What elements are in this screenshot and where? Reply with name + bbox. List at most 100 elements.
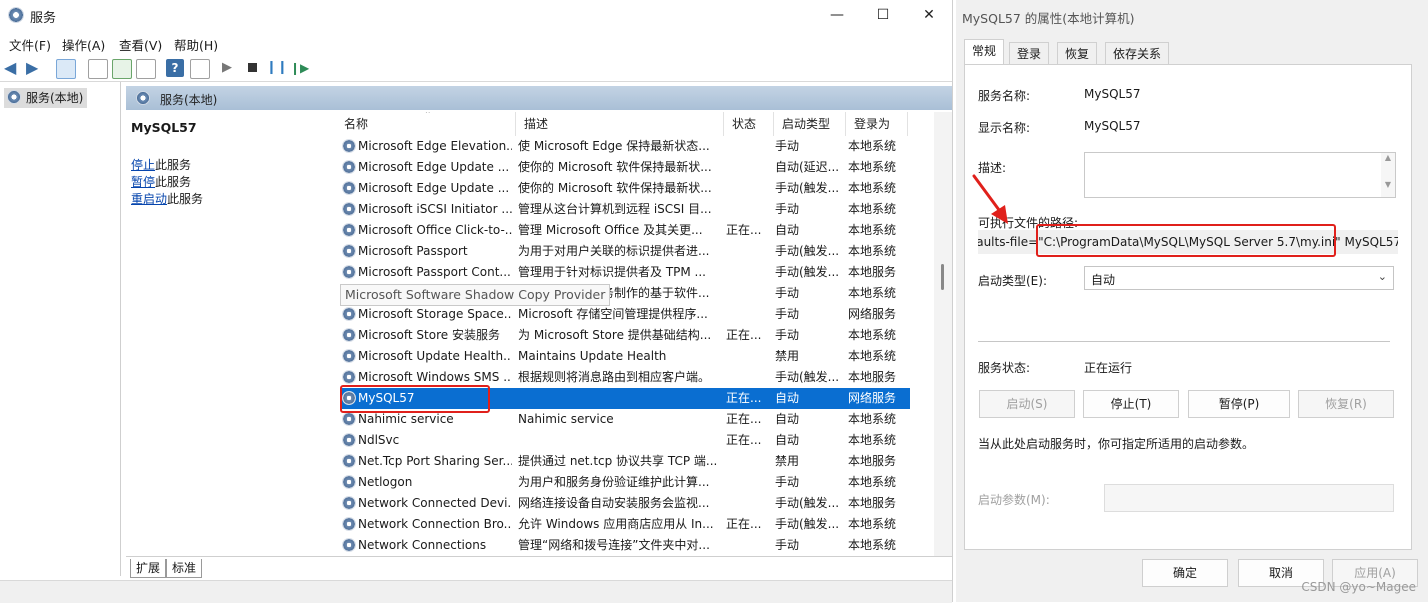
service-logon-cell: 本地系统 (848, 328, 897, 342)
services-list: ⌃ 名称 描述 状态 启动类型 登录为 Microsoft Edge Eleva… (334, 112, 934, 556)
column-header-status[interactable]: 状态 (724, 112, 774, 136)
startup-type-select[interactable]: 自动 ⌄ (1084, 266, 1394, 290)
service-startup-cell: 自动 (775, 223, 800, 237)
action-suffix: 此服务 (167, 192, 204, 206)
service-name-cell: Microsoft Office Click-to-... (358, 223, 512, 237)
service-logon-cell: 本地系统 (848, 139, 897, 153)
scrollbar-thumb[interactable] (941, 264, 944, 290)
service-row[interactable]: Microsoft Office Click-to-... 管理 Microsof… (340, 220, 910, 241)
refresh-icon[interactable] (112, 59, 132, 79)
action-pane-icon[interactable] (190, 59, 210, 79)
minimize-button[interactable]: — (814, 0, 860, 30)
service-status-cell (726, 283, 772, 304)
service-row[interactable]: Microsoft iSCSI Initiator ... 管理从这台计算机到远程… (340, 199, 910, 220)
menu-view[interactable]: 查看(V) (119, 35, 162, 54)
service-row[interactable]: Microsoft Edge Elevation... 使 Microsoft E… (340, 136, 910, 157)
service-startup-cell: 自动 (775, 433, 800, 447)
service-gear-icon (342, 349, 356, 363)
services-app-icon (8, 7, 24, 23)
service-startup-cell: 手动 (775, 202, 800, 216)
pause-link[interactable]: 暂停 (131, 175, 155, 189)
start-params-input[interactable] (1104, 484, 1394, 512)
service-gear-icon (342, 223, 356, 237)
description-box[interactable]: ▲ ▼ (1084, 152, 1396, 198)
service-row[interactable]: Network Connection Bro... 允许 Windows 应用商店… (340, 514, 910, 535)
service-row[interactable]: Network Connected Devi... 网络连接设备自动安装服务会监视… (340, 493, 910, 514)
service-status-cell: 正在... (726, 223, 762, 237)
service-row[interactable]: NdlSvc 正在... 自动 本地系统 (340, 430, 910, 451)
tab-logon[interactable]: 登录 (1009, 42, 1050, 65)
restart-service-icon[interactable]: ❙▶ (290, 59, 309, 77)
dialog-title: MySQL57 的属性(本地计算机) (962, 11, 1135, 26)
properties-view-icon[interactable] (88, 59, 108, 79)
close-button[interactable]: ✕ (906, 0, 952, 30)
service-name-cell: Net.Tcp Port Sharing Ser... (358, 454, 512, 468)
tab-general[interactable]: 常规 (964, 39, 1005, 65)
display-name-value: MySQL57 (1084, 119, 1141, 133)
tab-dependencies[interactable]: 依存关系 (1105, 42, 1170, 65)
ok-button[interactable]: 确定 (1142, 559, 1228, 587)
service-status-cell (726, 178, 772, 199)
exe-path-prefix: faults-file= (978, 235, 1039, 249)
stop-button[interactable]: 停止(T) (1083, 390, 1179, 418)
service-name-cell: Microsoft iSCSI Initiator ... (358, 202, 512, 216)
maximize-button[interactable]: ☐ (860, 0, 906, 30)
tab-standard[interactable]: 标准 (166, 559, 203, 578)
export-list-icon[interactable] (136, 59, 156, 79)
status-bar (0, 580, 952, 603)
service-description-cell: 根据规则将消息路由到相应客户端。 (518, 370, 711, 384)
service-row[interactable]: Microsoft Storage Space... Microsoft 存储空间… (340, 304, 910, 325)
service-row[interactable]: Net.Tcp Port Sharing Ser... 提供通过 net.tcp … (340, 451, 910, 472)
menu-help[interactable]: 帮助(H) (174, 35, 218, 54)
service-startup-cell: 自动(延迟... (775, 160, 840, 174)
show-hide-tree-icon[interactable] (56, 59, 76, 79)
service-row[interactable]: Network Connections 管理“网络和拨号连接”文件夹中对... 手动… (340, 535, 910, 556)
pause-service-icon[interactable]: ❙❙ (266, 59, 288, 77)
service-status-cell (726, 535, 772, 556)
service-row[interactable]: Microsoft Edge Update ... 使你的 Microsoft 软… (340, 178, 910, 199)
service-row[interactable]: Microsoft Edge Update ... 使你的 Microsoft 软… (340, 157, 910, 178)
service-startup-cell: 手动(触发... (775, 181, 840, 195)
help-icon[interactable]: ? (166, 59, 184, 77)
service-gear-icon (342, 202, 356, 216)
service-description-cell: Maintains Update Health (518, 349, 667, 363)
tab-recovery[interactable]: 恢复 (1057, 42, 1098, 65)
back-icon[interactable]: ◀ (4, 59, 22, 77)
service-description-cell: 管理 Microsoft Office 及其关更... (518, 223, 703, 237)
service-row[interactable]: Microsoft Passport 为用于对用户关联的标识提供者进... 手动(触… (340, 241, 910, 262)
service-name-cell: Microsoft Edge Elevation... (358, 139, 512, 153)
service-description-cell (518, 430, 720, 451)
service-row[interactable]: Microsoft Store 安装服务 为 Microsoft Store 提供… (340, 325, 910, 346)
menu-action[interactable]: 操作(A) (62, 35, 105, 54)
service-startup-cell: 手动 (775, 286, 800, 300)
start-button[interactable]: 启动(S) (979, 390, 1075, 418)
vertical-scrollbar[interactable] (934, 112, 952, 556)
service-name-cell: Network Connections (358, 538, 487, 552)
column-header-description[interactable]: 描述 (516, 112, 724, 136)
column-header-startup-type[interactable]: 启动类型 (774, 112, 846, 136)
service-gear-icon (342, 307, 356, 321)
pause-button[interactable]: 暂停(P) (1188, 390, 1290, 418)
service-description-cell: 使你的 Microsoft 软件保持最新状... (518, 181, 712, 195)
tab-extended[interactable]: 扩展 (130, 559, 167, 578)
selected-service-title: MySQL57 (131, 120, 197, 135)
service-row[interactable]: Microsoft Passport Cont... 管理用于针对标识提供者及 T… (340, 262, 910, 283)
service-row[interactable]: Netlogon 为用户和服务身份验证维护此计算... 手动 本地系统 (340, 472, 910, 493)
window-title: 服务 (30, 11, 57, 26)
start-service-icon[interactable]: ▶ (222, 59, 240, 77)
column-header-log-on-as[interactable]: 登录为 (846, 112, 908, 136)
service-description-cell (518, 388, 720, 409)
menu-file[interactable]: 文件(F) (9, 35, 51, 54)
stop-service-icon[interactable] (244, 59, 262, 77)
description-scrollbar[interactable]: ▲ ▼ (1381, 153, 1395, 197)
start-params-label: 启动参数(M): (978, 493, 1050, 507)
tree-item-services-local[interactable]: 服务(本地) (4, 88, 88, 108)
forward-icon[interactable]: ▶ (26, 59, 44, 77)
service-gear-icon (342, 475, 356, 489)
restart-link[interactable]: 重启动 (131, 192, 167, 206)
service-row[interactable]: Microsoft Update Health... Maintains Upda… (340, 346, 910, 367)
stop-link[interactable]: 停止 (131, 158, 155, 172)
resume-button[interactable]: 恢复(R) (1298, 390, 1394, 418)
column-header-name[interactable]: 名称 (336, 112, 516, 136)
service-gear-icon (342, 181, 356, 195)
